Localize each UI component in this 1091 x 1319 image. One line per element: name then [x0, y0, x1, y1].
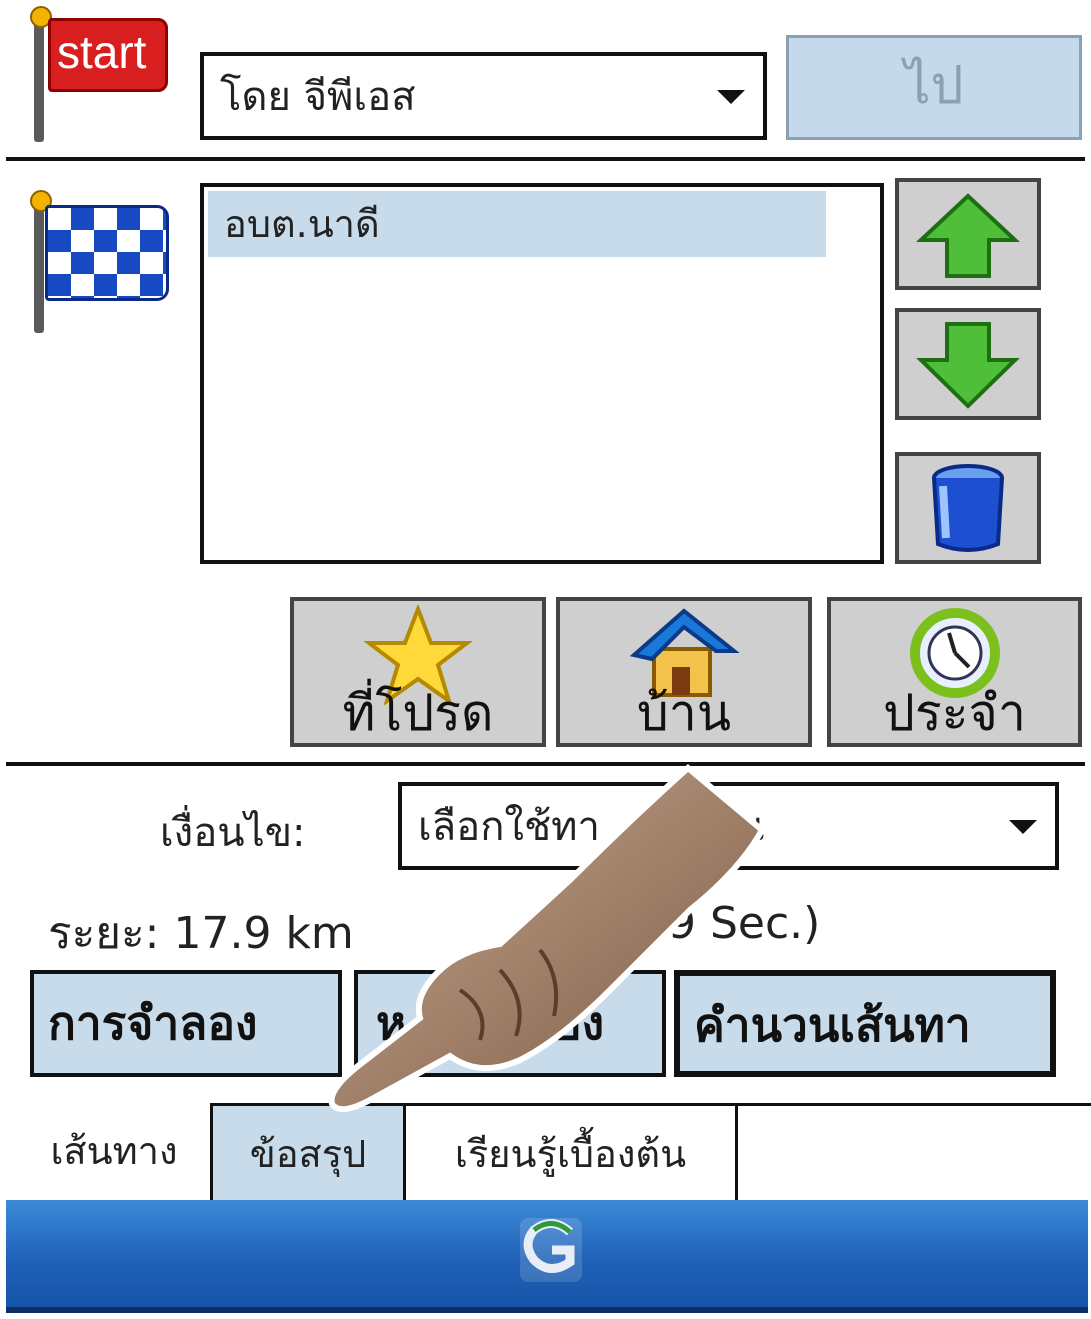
app-logo-icon[interactable]: [516, 1214, 586, 1286]
condition-label: เงื่อนไข:: [160, 810, 306, 856]
start-flag-label: start: [48, 18, 168, 92]
home-label: บ้าน: [637, 684, 731, 742]
simulate-button[interactable]: การจำลอง: [30, 970, 342, 1077]
frequent-label: ประจำ: [883, 684, 1026, 742]
delete-destination-button[interactable]: [895, 452, 1041, 564]
blue-trash-bin-icon: [932, 464, 1004, 552]
taskbar: [6, 1200, 1088, 1313]
source-select[interactable]: โดย จีพีเอส: [200, 52, 767, 140]
move-up-button[interactable]: [895, 178, 1041, 290]
source-select-value: โดย จีพีเอส: [220, 74, 416, 120]
divider: [6, 157, 1085, 161]
list-item[interactable]: อบต.นาดี: [208, 191, 826, 257]
chevron-down-icon: [717, 90, 745, 104]
home-button[interactable]: บ้าน: [556, 597, 812, 747]
pointing-hand-icon: [328, 764, 766, 1113]
green-up-arrow-icon: [915, 193, 1021, 278]
favorites-button[interactable]: ที่โปรด: [290, 597, 546, 747]
favorites-label: ที่โปรด: [342, 684, 494, 742]
chevron-down-icon: [1009, 820, 1037, 834]
move-down-button[interactable]: [895, 308, 1041, 420]
green-down-arrow-icon: [916, 322, 1020, 409]
tab-route[interactable]: เส้นทาง: [18, 1103, 210, 1200]
tab-divider: [738, 1103, 1091, 1106]
destination-list[interactable]: อบต.นาดี: [200, 183, 884, 564]
distance-text: ระยะ: 17.9 km: [48, 908, 354, 959]
simulate-label: การจำลอง: [48, 996, 258, 1050]
go-button[interactable]: ไป: [786, 35, 1082, 140]
frequent-button[interactable]: ประจำ: [827, 597, 1082, 747]
